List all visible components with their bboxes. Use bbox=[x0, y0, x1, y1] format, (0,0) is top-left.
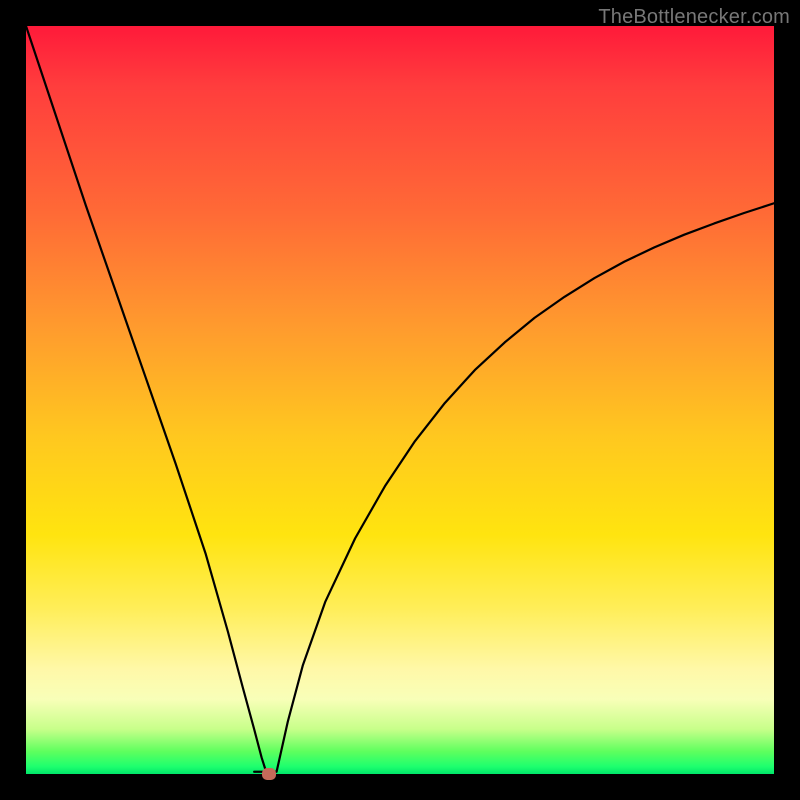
selected-point-marker bbox=[262, 768, 276, 780]
chart-frame: TheBottlenecker.com bbox=[0, 0, 800, 800]
bottleneck-curve bbox=[26, 26, 774, 774]
plot-area bbox=[26, 26, 774, 774]
curve-path bbox=[26, 26, 774, 772]
watermark-text: TheBottlenecker.com bbox=[598, 6, 790, 29]
